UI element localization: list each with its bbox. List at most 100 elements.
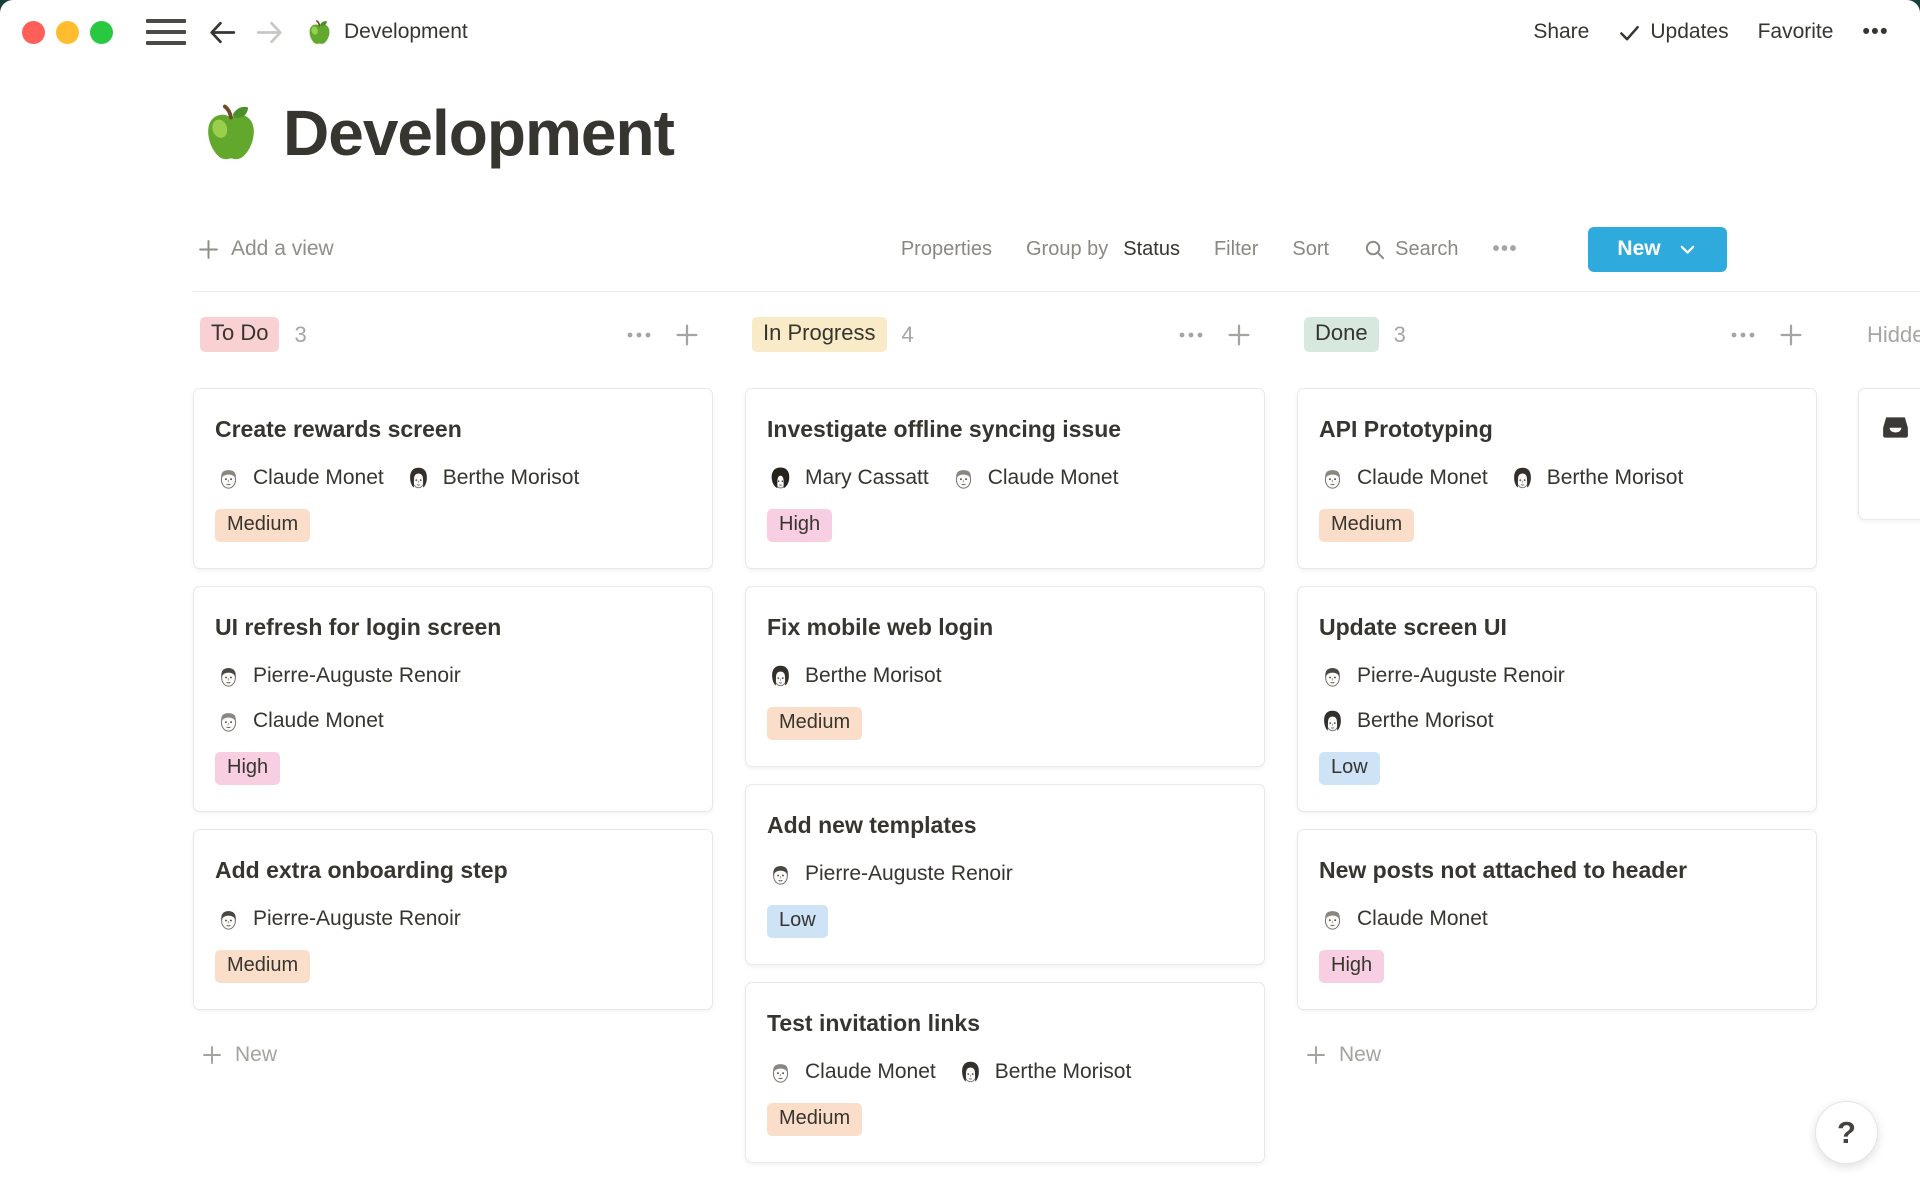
breadcrumb[interactable]: Development [344,20,468,44]
priority-badge: Medium [767,707,862,740]
assignee: Berthe Morisot [1319,708,1494,735]
window-top-bar: Development Share Updates Favorite ••• [0,0,1920,64]
column-header: In Progress 4 [745,318,1265,351]
zoom-button[interactable] [90,21,113,44]
group-by-button[interactable]: Group byStatus [1026,238,1180,261]
column-more-button[interactable] [1176,320,1206,350]
page-green-apple-icon[interactable] [200,102,262,164]
column-count: 3 [294,322,306,348]
help-button[interactable]: ? [1815,1101,1878,1164]
task-card[interactable]: Add new templates Pierre-Auguste Renoir … [745,784,1265,965]
column-actions [1728,320,1817,350]
avatar-berthe-morisot [1319,708,1346,735]
task-card[interactable]: API Prototyping Claude Monet Berthe Mori… [1297,388,1817,569]
column-add-button[interactable] [1225,321,1253,349]
search-label: Search [1395,238,1458,261]
task-card[interactable]: Test invitation links Claude Monet Berth… [745,982,1265,1163]
assignee-name: Claude Monet [253,466,384,490]
status-badge[interactable]: To Do [200,317,279,352]
back-arrow-icon [206,16,239,49]
inbox-icon [1879,411,1912,444]
assignee-name: Berthe Morisot [995,1060,1132,1084]
avatar-claude-monet [215,465,242,492]
column-actions [1176,320,1265,350]
more-options-button[interactable]: ••• [1862,20,1889,44]
assignee: Berthe Morisot [405,465,580,492]
avatar-claude-monet [950,465,977,492]
page-header: Development [200,98,674,168]
forward-button[interactable] [253,16,286,49]
avatar-mary-cassatt [767,465,794,492]
chevron-down-icon [1677,239,1698,260]
green-apple-icon [306,19,333,46]
assignee: Claude Monet [1319,906,1488,933]
column-header: To Do 3 [193,318,713,351]
hidden-group-row[interactable]: No Status [1879,405,1920,449]
task-title: Create rewards screen [215,415,691,444]
minimize-button[interactable] [56,21,79,44]
task-title: Fix mobile web login [767,613,1243,642]
status-badge[interactable]: Done [1304,317,1379,352]
avatar-pierre-auguste-renoir [215,663,242,690]
column-more-button[interactable] [624,320,654,350]
favorite-button[interactable]: Favorite [1758,20,1834,44]
filter-button[interactable]: Filter [1214,238,1258,261]
task-card[interactable]: Add extra onboarding step Pierre-Auguste… [193,829,713,1010]
board-column-todo: To Do 3 Create rewards screen Claude Mon… [193,318,713,1067]
task-card[interactable]: UI refresh for login screen Pierre-Augus… [193,586,713,812]
assignee-row: Claude Monet [215,707,691,735]
new-button[interactable]: New [1588,227,1727,272]
priority-badge: High [767,509,832,542]
column-add-button[interactable] [673,321,701,349]
add-card-label: New [235,1043,277,1067]
avatar-pierre-auguste-renoir [1319,663,1346,690]
properties-button[interactable]: Properties [901,238,992,261]
assignee-row: Pierre-Auguste Renoir [215,905,691,933]
task-card[interactable]: Create rewards screen Claude Monet Berth… [193,388,713,569]
task-card[interactable]: Investigate offline syncing issue Mary C… [745,388,1265,569]
search-icon [1363,238,1386,261]
share-button[interactable]: Share [1533,20,1589,44]
check-icon [1618,21,1641,44]
group-by-label: Group by [1026,238,1108,261]
column-add-button[interactable] [1777,321,1805,349]
task-title: Add new templates [767,811,1243,840]
plus-icon [200,1043,224,1067]
task-card[interactable]: Fix mobile web login Berthe Morisot Medi… [745,586,1265,767]
assignee: Berthe Morisot [1509,465,1684,492]
new-button-label: New [1617,237,1660,261]
close-button[interactable] [22,21,45,44]
page-title[interactable]: Development [283,98,674,168]
back-button[interactable] [206,16,239,49]
updates-button[interactable]: Updates [1618,20,1728,44]
toolbar-more-button[interactable]: ••• [1492,238,1518,261]
column-more-button[interactable] [1728,320,1758,350]
task-title: Test invitation links [767,1009,1243,1038]
task-card[interactable]: New posts not attached to header Claude … [1297,829,1817,1010]
notion-window: Development Share Updates Favorite ••• D… [0,0,1920,1200]
sidebar-menu-icon[interactable] [146,19,186,45]
status-badge[interactable]: In Progress [752,317,887,352]
assignee: Berthe Morisot [767,663,942,690]
dots-icon [1176,320,1206,350]
priority-badge: High [1319,950,1384,983]
add-card-button[interactable]: New [193,1043,713,1067]
assignee-row: Pierre-Auguste Renoir [767,860,1243,888]
board-column-done: Done 3 API Prototyping Claude Monet Bert… [1297,318,1817,1067]
add-card-button[interactable]: New [1297,1043,1817,1067]
add-view-button[interactable]: Add a view [196,237,334,262]
priority-badge: Low [767,905,828,938]
search-button[interactable]: Search [1363,238,1458,261]
assignee-row: Berthe Morisot [1319,707,1795,735]
avatar-berthe-morisot [1509,465,1536,492]
task-title: Investigate offline syncing issue [767,415,1243,444]
assignee: Claude Monet [1319,465,1488,492]
assignee-name: Berthe Morisot [443,466,580,490]
assignee: Mary Cassatt [767,465,929,492]
new-dropdown[interactable] [1677,239,1698,260]
sort-button[interactable]: Sort [1292,238,1329,261]
avatar-claude-monet [767,1059,794,1086]
assignee-name: Pierre-Auguste Renoir [1357,664,1565,688]
assignee-row: Claude Monet Berthe Morisot [1319,464,1795,492]
task-card[interactable]: Update screen UI Pierre-Auguste Renoir B… [1297,586,1817,812]
